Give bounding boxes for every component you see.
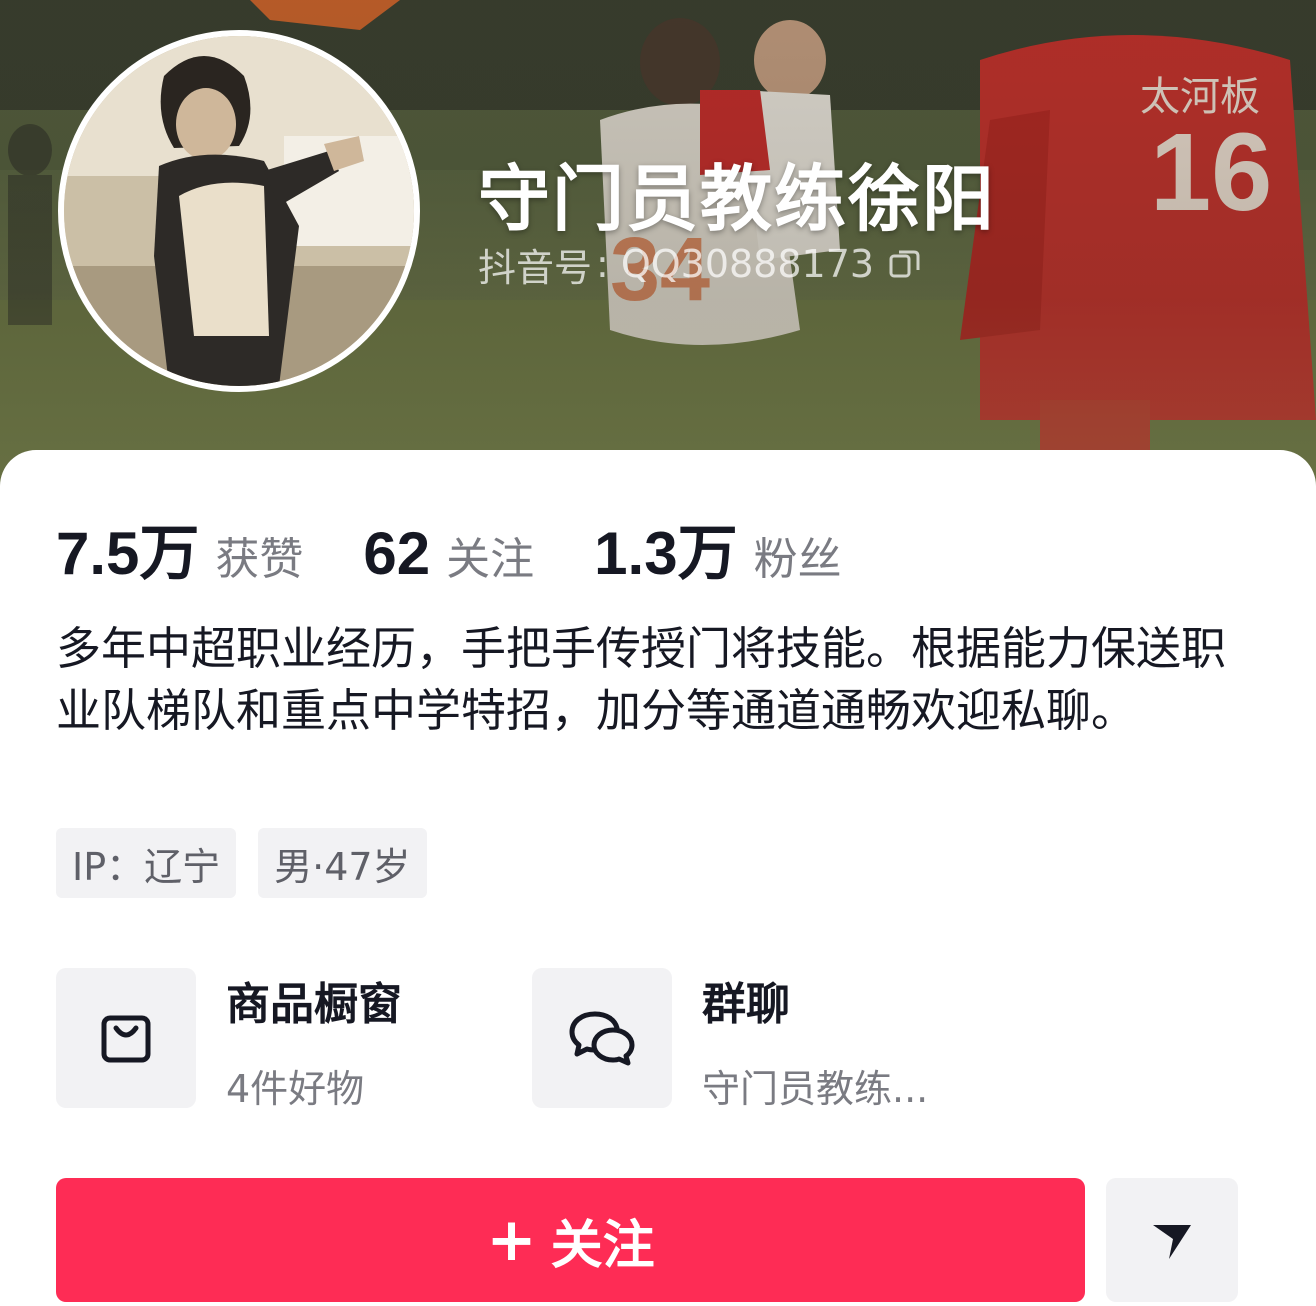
profile-tags: IP：辽宁 男·47岁: [56, 828, 449, 898]
group-chat-entry[interactable]: 群聊 守门员教练...: [532, 968, 972, 1111]
stat-followers[interactable]: 1.3万 粉丝: [594, 505, 841, 592]
shop-window-subtitle: 4件好物: [226, 1067, 365, 1111]
profile-card: 7.5万 获赞 62 关注 1.3万 粉丝 多年中超职业经历，手把手传授门将技能…: [0, 450, 1316, 1306]
follow-button-label: 关注: [550, 1215, 655, 1276]
shopping-bag-icon: [101, 1015, 151, 1063]
plus-icon: +: [486, 1205, 537, 1275]
copy-icon[interactable]: [888, 247, 922, 281]
douyin-id-row[interactable]: 抖音号 : QQ30888173: [478, 240, 922, 290]
follow-button[interactable]: + 关注: [56, 1178, 1085, 1302]
stat-value: 7.5万: [56, 520, 200, 587]
stat-label: 粉丝: [753, 534, 842, 585]
douyin-id-label: 抖音号: [478, 245, 593, 290]
ip-location-tag: IP：辽宁: [56, 828, 237, 898]
stat-value: 1.3万: [594, 520, 738, 587]
chevron-down-icon: [1153, 1225, 1191, 1259]
avatar[interactable]: [58, 30, 420, 392]
gender-age-tag: 男·47岁: [258, 828, 427, 898]
more-options-button[interactable]: [1106, 1178, 1238, 1302]
shop-window-icon-box: [56, 968, 196, 1108]
douyin-id-value: QQ30888173: [620, 242, 875, 286]
stat-following[interactable]: 62 关注: [363, 519, 534, 588]
stat-label: 获赞: [215, 534, 304, 585]
stat-likes[interactable]: 7.5万 获赞: [56, 505, 303, 592]
profile-banner: 34 16 太河板: [0, 0, 1316, 500]
stat-label: 关注: [446, 534, 535, 585]
shop-window-title: 商品橱窗: [226, 979, 402, 1030]
bio-text: 多年中超职业经历，手把手传授门将技能。根据能力保送职业队梯队和重点中学特招，加分…: [56, 622, 1227, 737]
douyin-id-separator: :: [596, 242, 609, 286]
shop-window-entry[interactable]: 商品橱窗 4件好物: [56, 968, 496, 1111]
group-chat-title: 群聊: [702, 979, 790, 1030]
avatar-photo: [64, 36, 414, 386]
group-chat-subtitle: 守门员教练...: [702, 1067, 929, 1111]
group-chat-icon-box: [532, 968, 672, 1108]
stats-row: 7.5万 获赞 62 关注 1.3万 粉丝: [56, 505, 902, 592]
chat-bubbles-icon: [569, 1011, 635, 1066]
profile-page: 34 16 太河板: [0, 0, 1316, 1306]
display-name: 守门员教练徐阳: [478, 157, 997, 241]
feature-entries: 商品橱窗 4件好物 群聊 守门员教练...: [56, 968, 1256, 1111]
stat-value: 62: [363, 520, 431, 587]
